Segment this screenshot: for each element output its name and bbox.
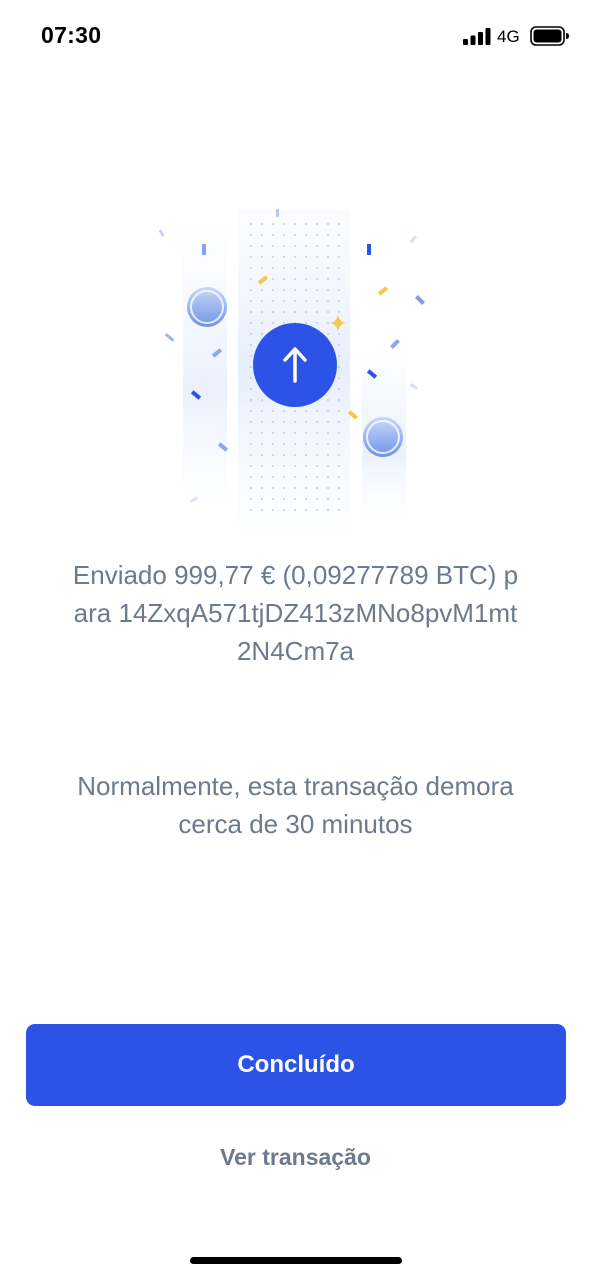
status-time: 07:30 [41, 22, 102, 48]
transaction-sent-illustration [158, 209, 425, 530]
home-indicator[interactable] [190, 1257, 402, 1264]
send-confirmation-screen: 07:30 4G Enviado 999,77 € (0,09277789 BT… [0, 0, 591, 1280]
signal-icon [463, 28, 491, 45]
battery-icon [530, 26, 569, 46]
coin-right [363, 417, 403, 457]
network-type: 4G [497, 27, 520, 46]
sent-message: Enviado 999,77 € (0,09277789 BTC) para 1… [72, 560, 519, 666]
arrow-up-icon [253, 323, 337, 407]
done-button[interactable]: Concluído [26, 1024, 566, 1106]
confirmation-time-message: Normalmente, esta transação demora cerca… [77, 771, 514, 839]
status-bar: 07:30 4G [0, 0, 591, 70]
coin-left [187, 287, 227, 327]
light-column-left [183, 220, 227, 510]
view-transaction-link[interactable]: Ver transação [0, 1144, 591, 1171]
